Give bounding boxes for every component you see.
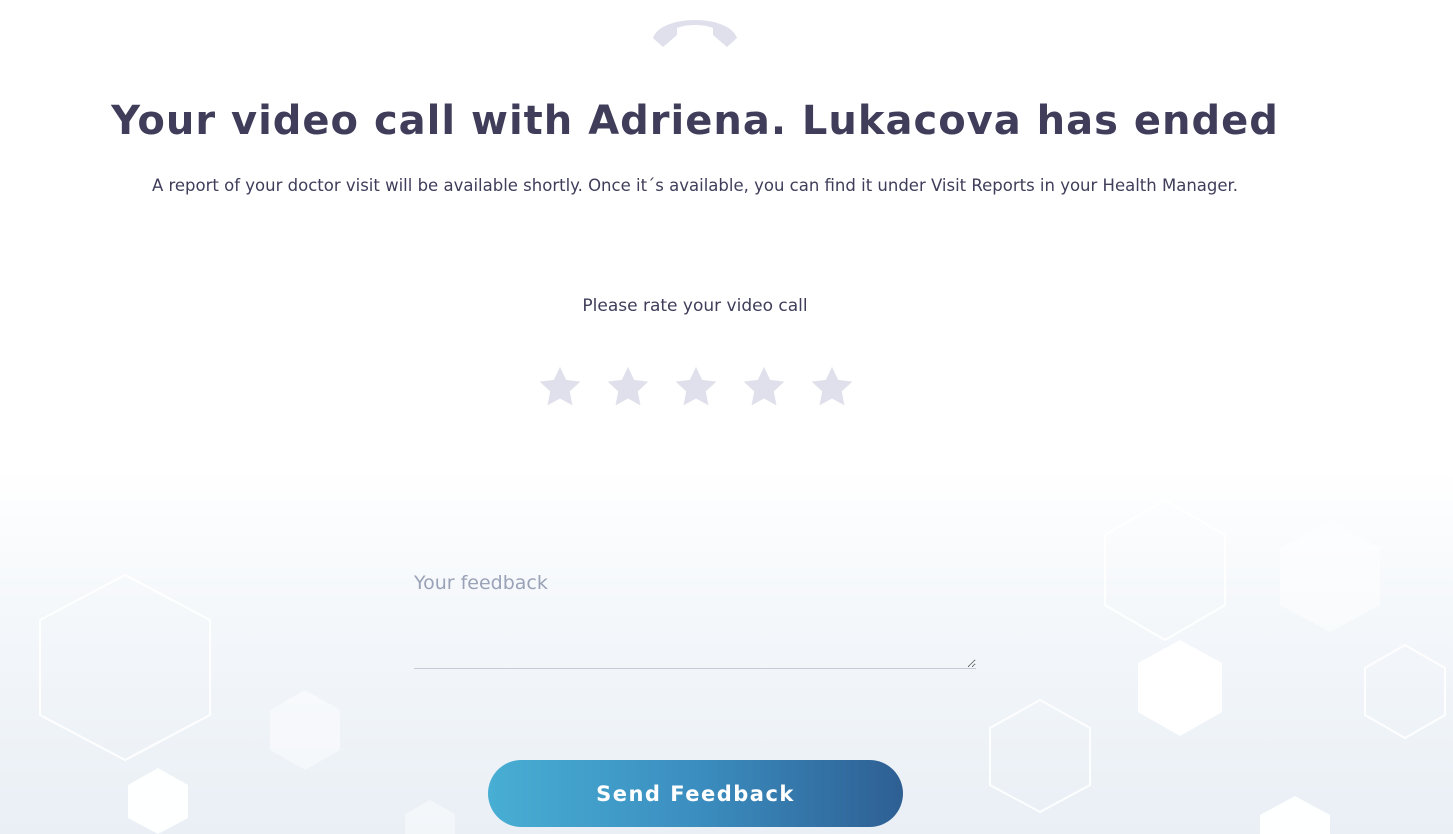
rating-label: Please rate your video call	[582, 296, 808, 316]
feedback-textarea[interactable]	[414, 562, 976, 669]
page-title: Your video call with Adriena. Lukacova h…	[111, 98, 1279, 144]
star-icon[interactable]	[741, 364, 787, 410]
star-icon[interactable]	[673, 364, 719, 410]
phone-hangup-icon	[653, 20, 737, 47]
star-icon[interactable]	[605, 364, 651, 410]
call-ended-screen: Your video call with Adriena. Lukacova h…	[0, 0, 1453, 834]
feedback-field-wrapper	[414, 562, 976, 670]
star-icon[interactable]	[537, 364, 583, 410]
star-rating	[537, 364, 855, 410]
star-icon[interactable]	[809, 364, 855, 410]
send-feedback-button[interactable]: Send Feedback	[488, 760, 903, 827]
report-info-text: A report of your doctor visit will be av…	[151, 176, 1239, 195]
